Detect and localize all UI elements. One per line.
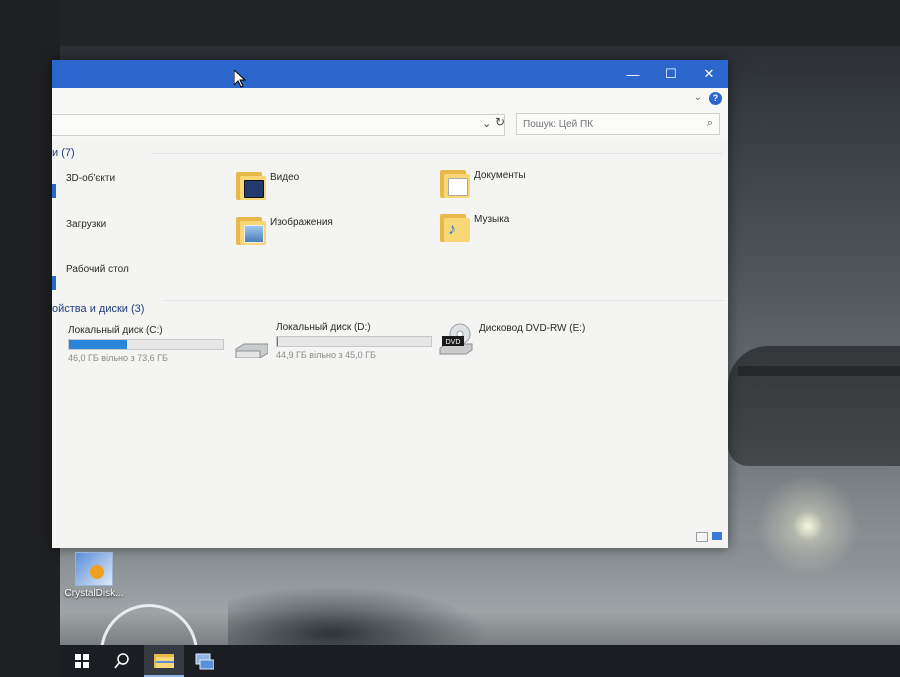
dvd-badge: DVD <box>446 339 461 346</box>
drive-usage-bar <box>68 339 224 350</box>
address-toolbar: ⌄ ↻ ⌕ <box>52 110 728 140</box>
drive-item-d[interactable]: Локальный диск (D:) 44,9 ГБ вільно з 45,… <box>276 322 432 360</box>
window-controls: — ☐ ✕ <box>614 60 728 88</box>
section-count-drives: (3) <box>130 303 145 315</box>
drive-free-space: 44,9 ГБ вільно з 45,0 ГБ <box>276 350 376 360</box>
drive-name: Дисковод DVD-RW (E:) <box>479 323 586 334</box>
search-box[interactable]: ⌕ <box>516 113 720 135</box>
folder-label-3d-objects[interactable]: 3D-об'єкти <box>66 173 115 184</box>
drive-name: Локальный диск (D:) <box>276 322 371 333</box>
address-dropdown-icon[interactable]: ⌄ <box>482 117 491 130</box>
music-folder-icon: ♪ <box>440 210 470 242</box>
folder-label: Видео <box>270 172 300 183</box>
view-toggle <box>696 532 722 542</box>
folder-item-pictures[interactable]: Изображения <box>236 213 333 245</box>
monitor-bezel-top <box>0 0 900 52</box>
ribbon-bar: ⌄ ? <box>52 88 728 111</box>
large-icons-view-icon[interactable] <box>712 532 722 540</box>
dvd-drive-icon: DVD <box>439 323 473 355</box>
help-icon[interactable]: ? <box>709 92 722 105</box>
taskbar-app[interactable] <box>184 645 224 677</box>
wallpaper-tank <box>728 346 900 466</box>
close-button[interactable]: ✕ <box>690 60 728 88</box>
file-explorer-window: — ☐ ✕ ⌄ ? ⌄ ↻ ⌕ и (7) 3D-об'єкти Загрузк… <box>52 60 728 548</box>
documents-folder-icon <box>440 166 470 198</box>
folder-label: Музыка <box>474 214 510 225</box>
start-button[interactable] <box>62 645 102 677</box>
folder-label: Изображения <box>270 217 333 228</box>
section-title-folders: и <box>52 147 59 159</box>
video-folder-icon <box>236 168 266 200</box>
address-field[interactable] <box>52 114 505 136</box>
folder-label: Документы <box>474 170 526 181</box>
folder-item-video[interactable]: Видео <box>236 168 299 200</box>
drive-free-space: 46,0 ГБ вільно з 73,6 ГБ <box>68 353 168 363</box>
folder-icon <box>154 654 174 668</box>
wallpaper-tank-barrel <box>738 366 900 376</box>
section-header-folders[interactable]: и (7) <box>52 147 75 159</box>
folder-3d-objects-icon <box>52 184 56 198</box>
drive-usage-fill <box>69 340 127 349</box>
desktop-icon-crystaldisk[interactable]: CrystalDisk... <box>62 552 126 599</box>
section-header-drives[interactable]: ойства и диски (3) <box>52 303 144 315</box>
folder-label-desktop[interactable]: Рабочий стол <box>66 264 129 275</box>
pictures-folder-icon <box>236 213 266 245</box>
drive-usage-bar <box>276 336 432 347</box>
minimize-button[interactable]: — <box>614 60 652 88</box>
section-divider <box>164 300 724 301</box>
section-count-folders: (7) <box>61 147 75 159</box>
hard-drive-icon <box>235 343 268 358</box>
folder-item-music[interactable]: ♪ Музыка <box>440 210 509 242</box>
taskbar-search-button[interactable] <box>102 645 142 677</box>
refresh-icon[interactable]: ↻ <box>495 115 505 129</box>
folder-label-downloads[interactable]: Загрузки <box>66 219 106 230</box>
taskbar <box>60 645 900 677</box>
desktop-icon-label: CrystalDisk... <box>64 588 124 599</box>
window-titlebar[interactable]: — ☐ ✕ <box>52 60 728 88</box>
search-icon <box>114 653 129 669</box>
drive-name: Локальный диск (C:) <box>68 325 163 336</box>
search-icon[interactable]: ⌕ <box>707 117 713 130</box>
details-view-icon[interactable] <box>696 532 708 542</box>
crystaldisk-icon <box>75 552 113 586</box>
taskbar-file-explorer[interactable] <box>144 645 184 677</box>
monitor-bezel-left <box>0 0 60 677</box>
mouse-cursor-icon <box>234 70 246 88</box>
folder-desktop-icon <box>52 276 56 290</box>
windows-logo-icon <box>75 654 89 668</box>
section-divider <box>152 153 722 154</box>
drive-item-c[interactable]: Локальный диск (C:) 46,0 ГБ вільно з 73,… <box>68 325 224 363</box>
maximize-button[interactable]: ☐ <box>652 60 690 88</box>
section-title-drives: ойства и диски <box>52 303 128 315</box>
drive-item-e[interactable]: Дисковод DVD-RW (E:) <box>479 323 585 334</box>
network-computer-icon <box>195 653 214 670</box>
ribbon-expand-icon[interactable]: ⌄ <box>694 92 702 103</box>
search-input[interactable] <box>517 115 693 134</box>
folder-item-documents[interactable]: Документы <box>440 166 526 198</box>
